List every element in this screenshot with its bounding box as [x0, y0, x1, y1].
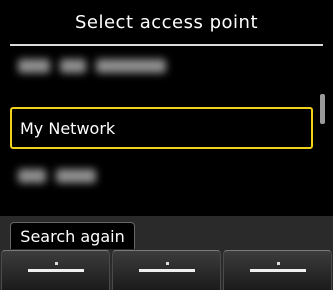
printer-lcd-screen: Select access point My Network Search ag…: [0, 0, 333, 290]
softkey-dot-icon: [165, 262, 169, 265]
page-title: Select access point: [74, 11, 259, 33]
softkey-dot-icon: [54, 262, 58, 265]
access-point-list: My Network: [10, 46, 316, 206]
obscured-ssid-text: [18, 169, 96, 185]
obscured-ssid-text: [18, 59, 166, 75]
softkey-left-button[interactable]: [1, 250, 110, 290]
softkey-line-icon: [27, 269, 84, 272]
access-point-item-obscured-2[interactable]: [10, 156, 316, 198]
softkey-center-button[interactable]: [112, 250, 221, 290]
softkey-line-icon: [138, 269, 195, 272]
scrollbar-thumb[interactable]: [320, 94, 325, 124]
softkey-line-icon: [249, 269, 306, 272]
search-again-tab[interactable]: Search again: [10, 222, 135, 249]
softkey-right-button[interactable]: [223, 250, 332, 290]
softkey-bar: [0, 250, 333, 290]
list-scrollbar[interactable]: [320, 50, 325, 160]
access-point-label: My Network: [20, 118, 116, 138]
softkey-dot-icon: [276, 262, 280, 265]
access-point-item-selected[interactable]: My Network: [10, 107, 313, 149]
access-point-item-obscured-1[interactable]: [10, 46, 316, 88]
